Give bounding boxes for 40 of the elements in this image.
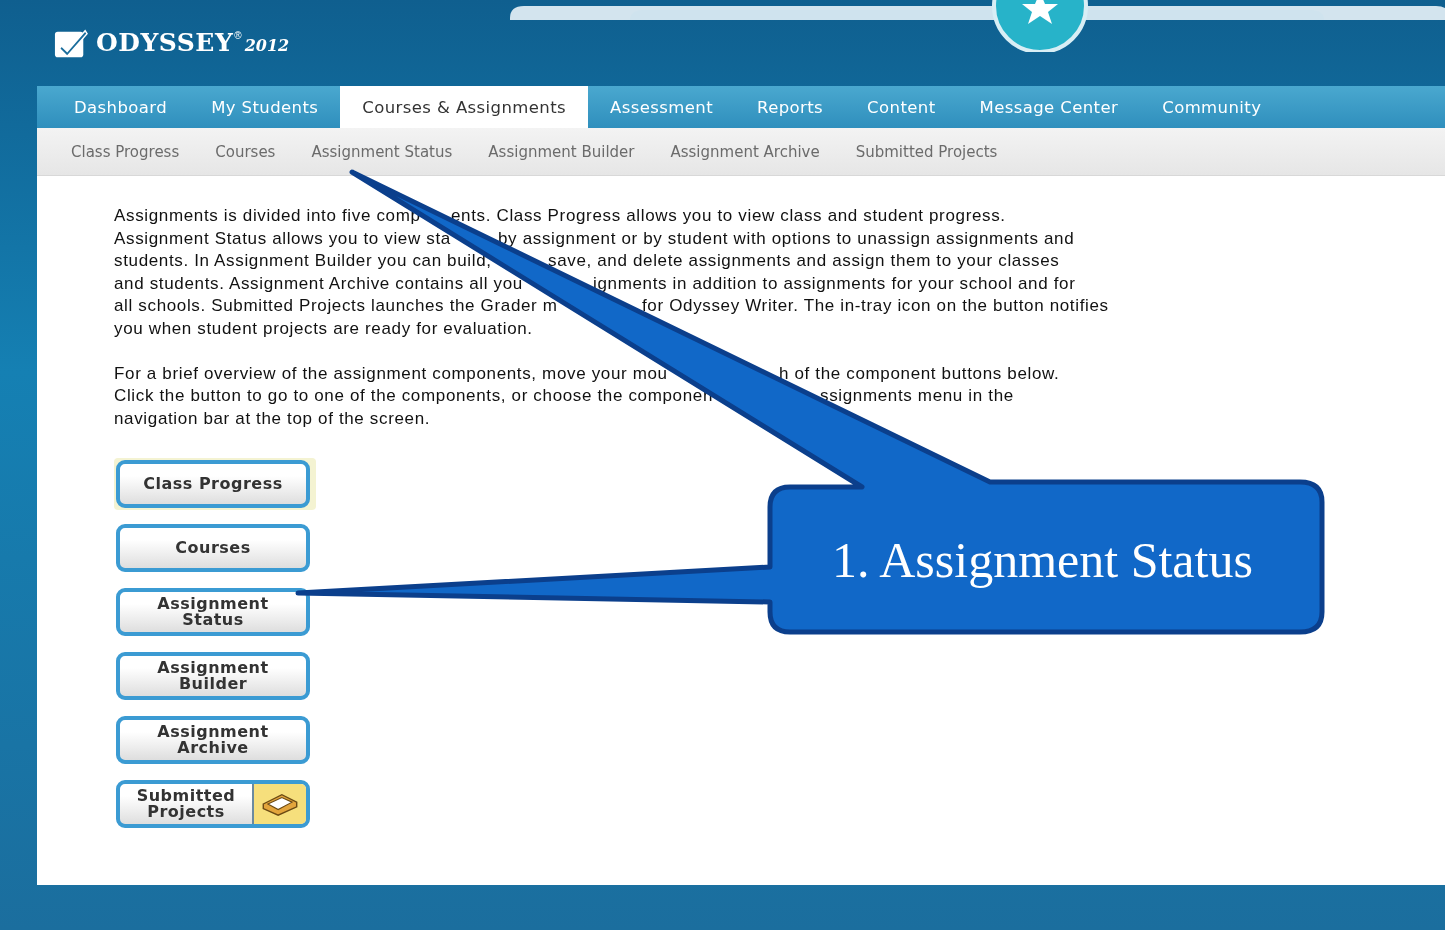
paragraph-text: save, and delete assignments and assign them to your classes [548, 250, 1060, 272]
paragraph-text: h of the component buttons below. [779, 362, 1060, 385]
paragraph-text: ents. Class Progress allows you to view class and student progress. [451, 205, 1006, 227]
paragraph-text: ignments in addition to assignments for your school and for [593, 272, 1076, 295]
logo-wordmark: ODYSSEY [96, 28, 234, 57]
subnav-link[interactable]: Courses [215, 142, 276, 161]
nav-tab[interactable]: Content [845, 86, 958, 128]
logo-icon [54, 28, 88, 60]
callout-text: 1. Assignment Status [832, 531, 1253, 590]
nav-tab[interactable]: Courses & Assignments [340, 86, 589, 128]
subnav-link[interactable]: Assignment Status [311, 142, 453, 161]
paragraph-text: Assignment Status allows you to view sta [114, 227, 451, 250]
paragraph-text: for Odyssey Writer. The in-tray icon on the button notifies [642, 295, 1109, 317]
logo-year: 2012 [244, 36, 290, 55]
nav-tab[interactable]: Reports [735, 86, 846, 128]
tray-icon [261, 791, 299, 817]
nav-tab[interactable]: Community [1140, 86, 1284, 128]
component-button[interactable]: Submitted Projects [116, 780, 310, 828]
component-button[interactable]: Assignment Status [116, 588, 310, 636]
paragraph-text: Click the button to go to one of the components, or choose the componen [114, 385, 713, 407]
nav-tab[interactable]: Assessment [588, 86, 735, 128]
subnav-link[interactable]: Assignment Builder [488, 142, 635, 161]
paragraph-text: ssignments menu in the [820, 385, 1014, 407]
registered-mark: ® [234, 30, 242, 41]
paragraph-text: and students. Assignment Archive contains all you [114, 272, 523, 295]
paragraph-text: all schools. Submitted Projects launches the Grader m [114, 295, 558, 317]
paragraph-text: For a brief overview of the assignment components, move your mou [114, 362, 668, 385]
component-button[interactable]: Courses [116, 524, 310, 572]
component-button[interactable]: Assignment Archive [116, 716, 310, 764]
nav-tab[interactable]: My Students [189, 86, 341, 128]
subnav-link[interactable]: Assignment Archive [670, 142, 820, 161]
nav-tab[interactable]: Message Center [957, 86, 1141, 128]
paragraph-text: navigation bar at the top of the screen. [114, 407, 431, 430]
subnav-link[interactable]: Class Progress [71, 142, 180, 161]
component-button[interactable]: Class Progress [116, 460, 310, 508]
paragraph-text: you when student projects are ready for evaluation. [114, 317, 533, 340]
paragraph-text: students. In Assignment Builder you can build, [114, 250, 492, 272]
component-button[interactable]: Assignment Builder [116, 652, 310, 700]
subnav-link[interactable]: Submitted Projects [855, 142, 998, 161]
nav-tab[interactable]: Dashboard [52, 86, 190, 128]
